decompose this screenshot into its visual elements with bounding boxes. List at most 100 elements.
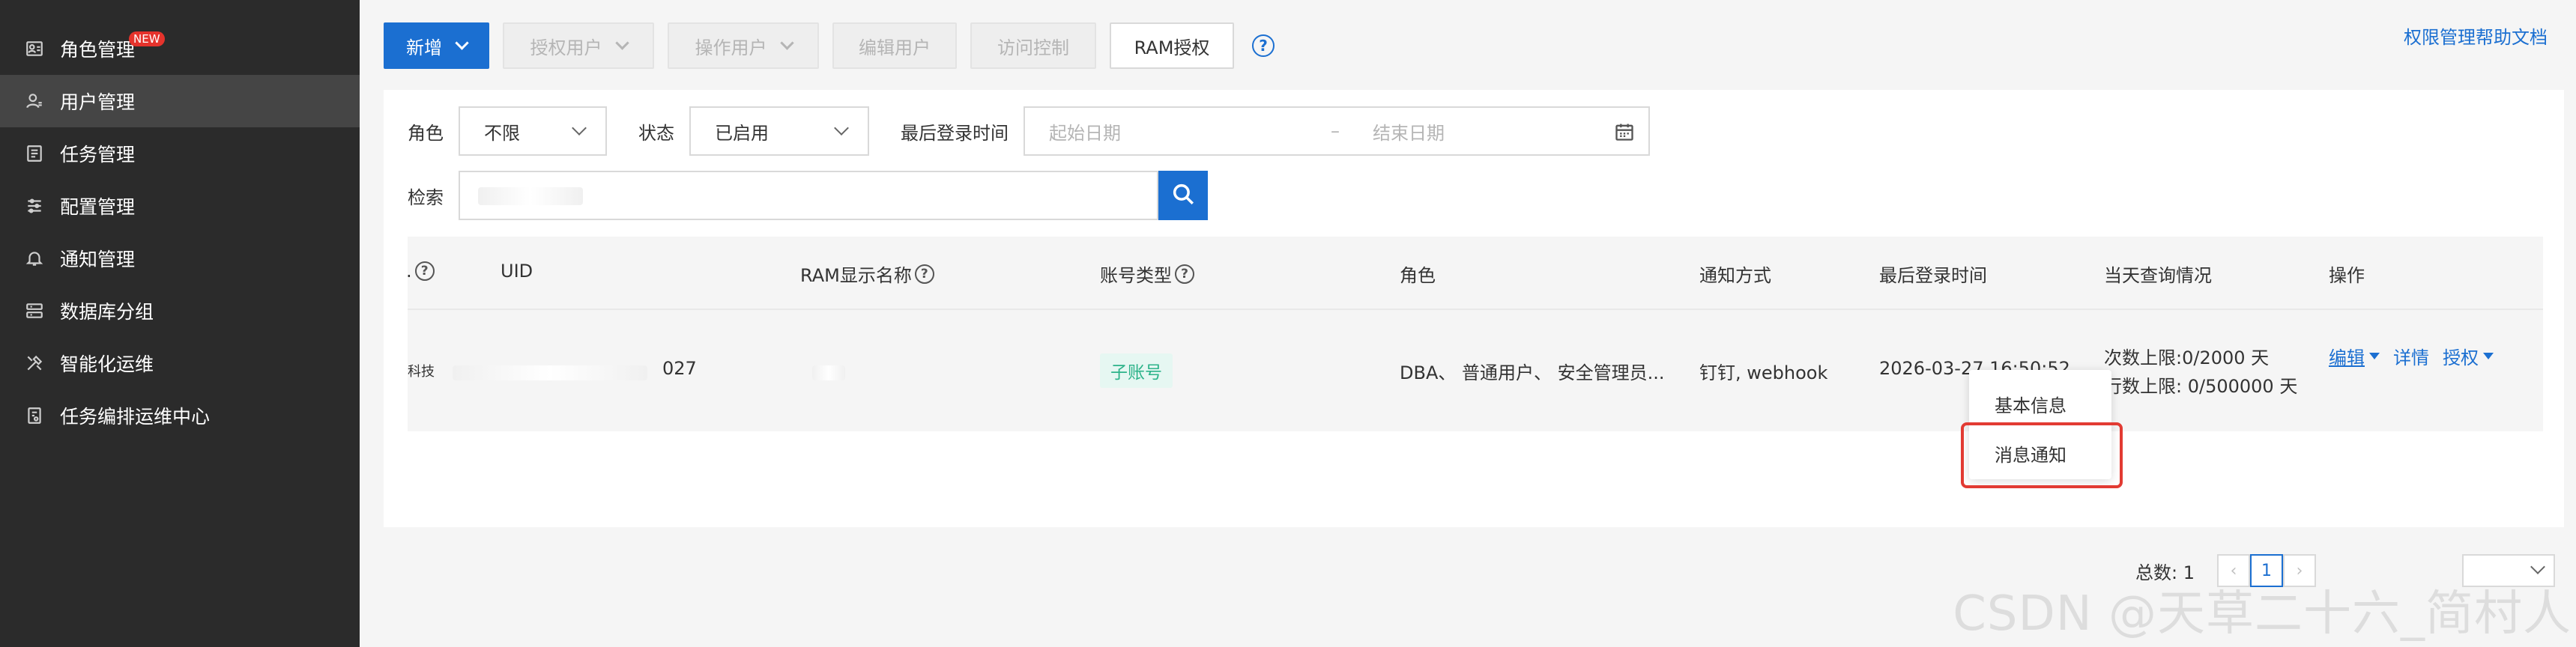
detail-action-link[interactable]: 详情 xyxy=(2393,343,2429,369)
filter-row: 角色 不限 状态 已启用 最后登录时间 起始日期 – 结束日期 xyxy=(408,106,1650,156)
query-count-cell: 次数上限:0/2000 天 xyxy=(2104,347,2270,368)
grant-user-button[interactable]: 授权用户 xyxy=(503,22,654,69)
edit-user-button[interactable]: 编辑用户 xyxy=(832,22,957,69)
chevron-down-icon xyxy=(834,121,849,136)
ram-grant-label: RAM授权 xyxy=(1134,37,1210,58)
column-header-daily-query: 当天查询情况 xyxy=(2104,265,2212,286)
chevron-down-icon xyxy=(779,35,794,50)
start-date-input[interactable]: 起始日期 xyxy=(1049,118,1121,145)
column-header-account-type: 账号类型 ? xyxy=(1100,261,1194,287)
last-login-filter-label: 最后登录时间 xyxy=(901,122,1009,144)
access-control-label: 访问控制 xyxy=(997,37,1069,58)
tools-icon xyxy=(22,351,46,375)
role-select[interactable]: 不限 xyxy=(459,106,607,156)
chevron-down-icon xyxy=(455,35,469,50)
role-icon xyxy=(22,37,46,61)
search-input[interactable] xyxy=(459,171,1158,220)
highlight-annotation xyxy=(1961,422,2123,488)
grant-action-link[interactable]: 授权 xyxy=(2443,343,2479,369)
new-button-label: 新增 xyxy=(406,37,442,58)
status-filter-label: 状态 xyxy=(638,122,674,144)
sidebar: 角色管理 NEW 用户管理 任务管理 配置管理 通知管理 数据库分组 智能化运维… xyxy=(0,0,360,647)
sidebar-item-notify-management[interactable]: 通知管理 xyxy=(0,232,360,285)
table-header: .? UID RAM显示名称 ? 账号类型 ? 角色 通知方式 最后登录时间 当… xyxy=(406,237,2543,309)
account-type-tag: 子账号 xyxy=(1100,353,1173,388)
help-icon[interactable]: ? xyxy=(1252,34,1275,57)
database-group-icon xyxy=(22,299,46,323)
date-separator: – xyxy=(1331,121,1340,142)
column-header-notify: 通知方式 xyxy=(1699,265,1771,286)
status-select-value: 已启用 xyxy=(715,122,769,144)
task-icon xyxy=(22,142,46,165)
row-first-partial: 科技 xyxy=(408,364,435,380)
role-filter-label: 角色 xyxy=(408,122,444,144)
sidebar-item-task-management[interactable]: 任务管理 xyxy=(0,127,360,180)
user-icon xyxy=(22,89,46,113)
date-range-picker[interactable]: 起始日期 – 结束日期 xyxy=(1024,106,1650,156)
sidebar-item-label: 用户管理 xyxy=(60,91,136,113)
sidebar-item-label: 智能化运维 xyxy=(60,353,154,375)
column-header-actions: 操作 xyxy=(2329,265,2365,286)
column-header-last-login: 最后登录时间 xyxy=(1879,265,1987,286)
search-button[interactable] xyxy=(1158,171,1208,220)
column-header-role: 角色 xyxy=(1400,265,1436,286)
search-input-value xyxy=(478,187,583,205)
role-cell: DBA、 普通用户、 安全管理员... xyxy=(1400,362,1665,383)
ram-grant-button[interactable]: RAM授权 xyxy=(1110,22,1234,69)
help-doc-link[interactable]: 权限管理帮助文档 xyxy=(2404,22,2548,49)
grant-user-label: 授权用户 xyxy=(530,37,602,58)
chevron-down-icon xyxy=(2530,559,2545,574)
sidebar-item-label: 角色管理 xyxy=(60,39,136,61)
main-content: 新增 授权用户 操作用户 编辑用户 访问控制 RAM授权 ? 权限管理帮助文档 … xyxy=(360,0,2576,647)
sidebar-item-role-management[interactable]: 角色管理 NEW xyxy=(0,22,360,75)
caret-down-icon[interactable] xyxy=(2369,353,2380,359)
bell-icon xyxy=(22,246,46,270)
uid-redacted xyxy=(453,365,647,380)
column-header-uid: UID xyxy=(501,261,533,282)
column-header-ram-name: RAM显示名称 ? xyxy=(800,261,934,287)
sidebar-item-database-group[interactable]: 数据库分组 xyxy=(0,285,360,337)
caret-down-icon[interactable] xyxy=(2483,353,2494,359)
search-icon xyxy=(1170,181,1196,210)
row-actions: 编辑 详情 授权 xyxy=(2329,343,2494,369)
config-icon xyxy=(22,194,46,218)
help-icon[interactable]: ? xyxy=(1175,264,1194,284)
end-date-input[interactable]: 结束日期 xyxy=(1373,118,1445,145)
sidebar-item-config-management[interactable]: 配置管理 xyxy=(0,180,360,232)
access-control-button[interactable]: 访问控制 xyxy=(970,22,1096,69)
sidebar-item-user-management[interactable]: 用户管理 xyxy=(0,75,360,127)
help-icon[interactable]: ? xyxy=(914,264,934,284)
menu-item-basic-info[interactable]: 基本信息 xyxy=(1969,380,2111,427)
column-header-first: .? xyxy=(406,261,435,282)
calendar-icon[interactable] xyxy=(1614,121,1635,147)
account-type-header-label: 账号类型 xyxy=(1100,265,1172,286)
search-row: 检索 xyxy=(408,171,1208,220)
sidebar-item-label: 任务编排运维中心 xyxy=(60,406,211,428)
status-select[interactable]: 已启用 xyxy=(689,106,869,156)
operate-user-button[interactable]: 操作用户 xyxy=(668,22,819,69)
sidebar-item-orchestration-center[interactable]: 任务编排运维中心 xyxy=(0,389,360,442)
table-row: 科技 027 子账号 DBA、 普通用户、 安全管理员... 钉钉, webho… xyxy=(408,309,2543,431)
edit-action-link[interactable]: 编辑 xyxy=(2329,343,2365,369)
operate-user-label: 操作用户 xyxy=(695,37,767,58)
new-button[interactable]: 新增 xyxy=(384,22,489,69)
new-badge: NEW xyxy=(129,31,165,46)
sidebar-item-smart-ops[interactable]: 智能化运维 xyxy=(0,337,360,389)
sidebar-item-label: 任务管理 xyxy=(60,144,136,165)
orchestration-icon xyxy=(22,404,46,428)
ram-name-header-label: RAM显示名称 xyxy=(800,265,912,286)
uid-cell: 027 xyxy=(662,358,697,379)
edit-user-label: 编辑用户 xyxy=(859,37,931,58)
help-icon[interactable]: ? xyxy=(414,261,435,281)
watermark: CSDN @天草二十六_简村人 xyxy=(1953,586,2572,642)
user-panel: 角色 不限 状态 已启用 最后登录时间 起始日期 – 结束日期 检索 . ? U… xyxy=(384,90,2564,587)
role-select-value: 不限 xyxy=(484,122,520,144)
row-count-cell: 行数上限: 0/500000 天 xyxy=(2104,376,2298,397)
ram-name-redacted xyxy=(812,365,845,380)
toolbar: 新增 授权用户 操作用户 编辑用户 访问控制 RAM授权 ? xyxy=(384,22,1275,69)
sidebar-item-label: 通知管理 xyxy=(60,249,136,270)
account-type-cell: 子账号 xyxy=(1100,353,1173,388)
sidebar-item-label: 数据库分组 xyxy=(60,301,154,323)
chevron-down-icon xyxy=(614,35,629,50)
chevron-down-icon xyxy=(572,121,587,136)
